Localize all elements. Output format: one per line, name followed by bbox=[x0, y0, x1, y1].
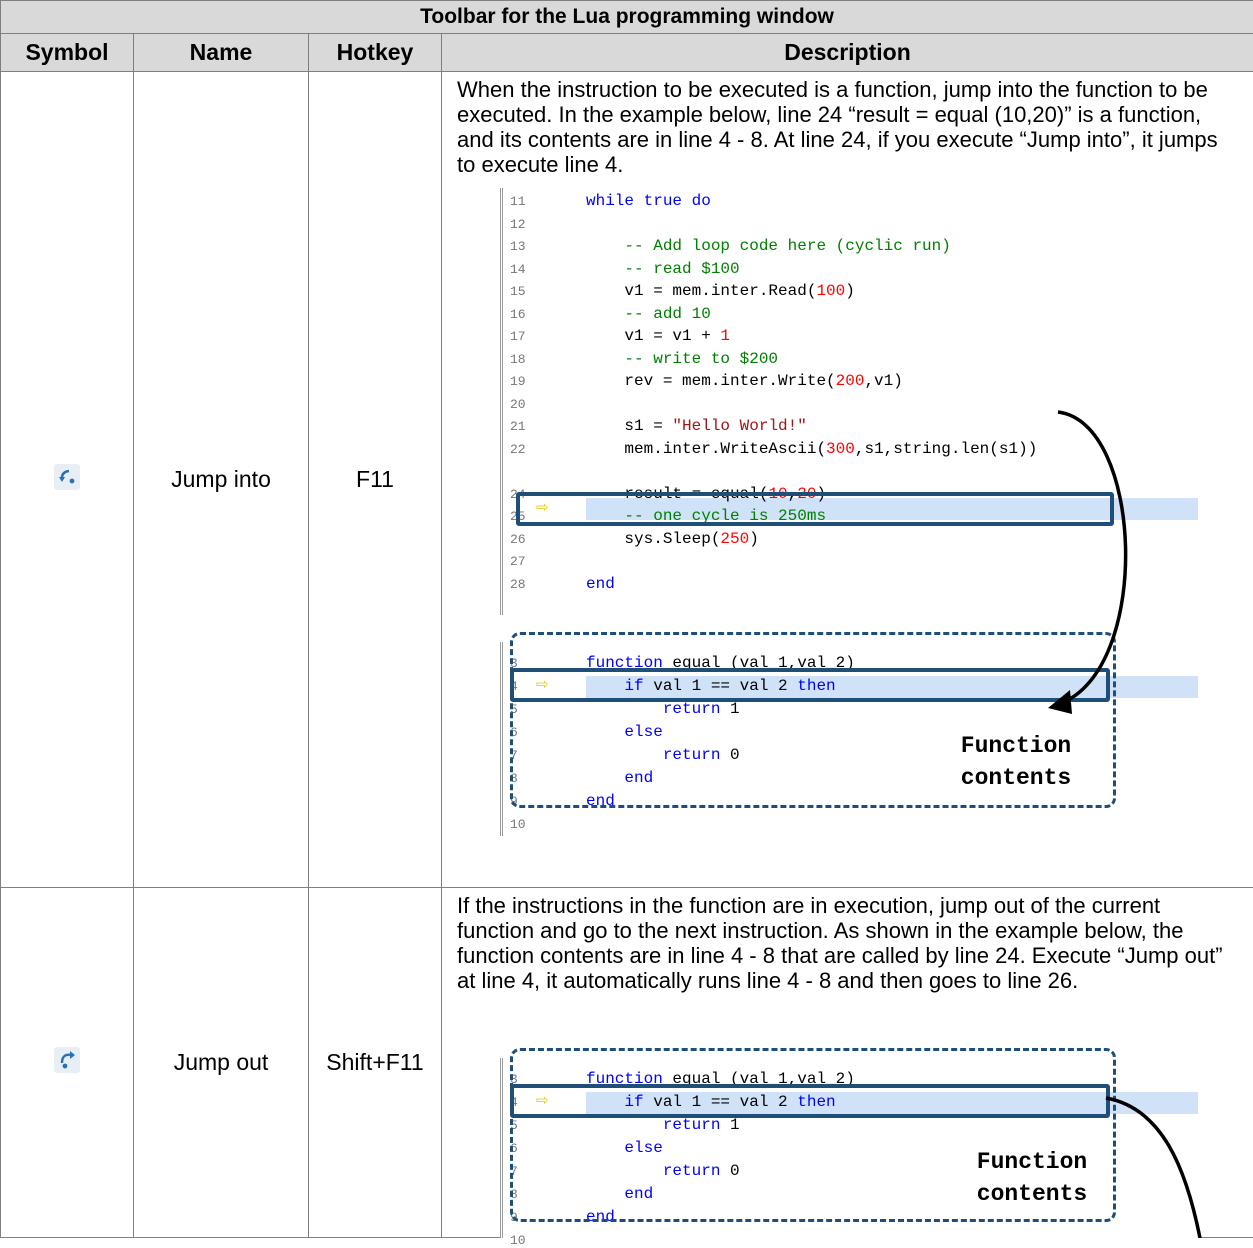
function-entry-box bbox=[510, 668, 1110, 702]
code-line: mem.inter.WriteAscii(300,s1,string.len(s… bbox=[586, 440, 1037, 458]
description-text: If the instructions in the function are … bbox=[442, 888, 1253, 993]
line-number: 16 bbox=[510, 307, 526, 322]
code-line: sys.Sleep(250) bbox=[586, 530, 759, 548]
line-number: 14 bbox=[510, 262, 526, 277]
description-cell: If the instructions in the function are … bbox=[442, 888, 1253, 1238]
function-entry-box bbox=[510, 1084, 1110, 1118]
line-number: 20 bbox=[510, 397, 526, 412]
step-out-icon bbox=[54, 1047, 80, 1073]
line-number: 19 bbox=[510, 374, 526, 389]
header-hotkey: Hotkey bbox=[309, 34, 442, 72]
table-row: Jump out Shift+F11 If the instructions i… bbox=[1, 888, 1253, 1238]
code-line: -- write to $200 bbox=[586, 350, 778, 368]
function-contents-label: Function contents bbox=[962, 1146, 1102, 1210]
code-line: v1 = mem.inter.Read(100) bbox=[586, 282, 855, 300]
table-title: Toolbar for the Lua programming window bbox=[1, 1, 1253, 34]
line-number: 18 bbox=[510, 352, 526, 367]
header-description: Description bbox=[442, 34, 1253, 72]
jump-arrow bbox=[1042, 402, 1152, 732]
code-line: v1 = v1 + 1 bbox=[586, 327, 730, 345]
call-line-box bbox=[516, 492, 1114, 526]
line-number: 22 bbox=[510, 442, 526, 457]
code-line: while true do bbox=[586, 192, 711, 210]
symbol-cell bbox=[1, 72, 134, 888]
line-number: 11 bbox=[510, 194, 526, 209]
code-line: s1 = "Hello World!" bbox=[586, 417, 807, 435]
code-line: -- read $100 bbox=[586, 260, 740, 278]
line-number: 17 bbox=[510, 329, 526, 344]
header-symbol: Symbol bbox=[1, 34, 134, 72]
code-line: -- Add loop code here (cyclic run) bbox=[586, 237, 951, 255]
line-number: 26 bbox=[510, 532, 526, 547]
line-number: 15 bbox=[510, 284, 526, 299]
code-screenshot-function: 3function equal (val_1,val_2)4 if val 1 … bbox=[500, 1058, 1200, 1238]
description-cell: When the instruction to be executed is a… bbox=[442, 72, 1253, 888]
hotkey-cell: Shift+F11 bbox=[309, 888, 442, 1238]
symbol-cell bbox=[1, 888, 134, 1238]
line-number: 27 bbox=[510, 554, 526, 569]
jump-out-arrow bbox=[1102, 1088, 1202, 1238]
description-text: When the instruction to be executed is a… bbox=[442, 72, 1253, 177]
step-into-icon bbox=[54, 464, 80, 490]
function-contents-label: Function contents bbox=[946, 730, 1086, 794]
toolbar-table: Toolbar for the Lua programming window S… bbox=[0, 0, 1253, 1238]
code-line: end bbox=[586, 575, 615, 593]
code-line: -- add 10 bbox=[586, 305, 711, 323]
line-number: 10 bbox=[510, 1233, 526, 1248]
table-row: Jump into F11 When the instruction to be… bbox=[1, 72, 1253, 888]
code-line: rev = mem.inter.Write(200,v1) bbox=[586, 372, 903, 390]
line-number: 10 bbox=[510, 817, 526, 832]
header-name: Name bbox=[134, 34, 309, 72]
line-number: 21 bbox=[510, 419, 526, 434]
line-number: 28 bbox=[510, 577, 526, 592]
hotkey-cell: F11 bbox=[309, 72, 442, 888]
name-cell: Jump into bbox=[134, 72, 309, 888]
line-number: 12 bbox=[510, 217, 526, 232]
line-number: 13 bbox=[510, 239, 526, 254]
name-cell: Jump out bbox=[134, 888, 309, 1238]
